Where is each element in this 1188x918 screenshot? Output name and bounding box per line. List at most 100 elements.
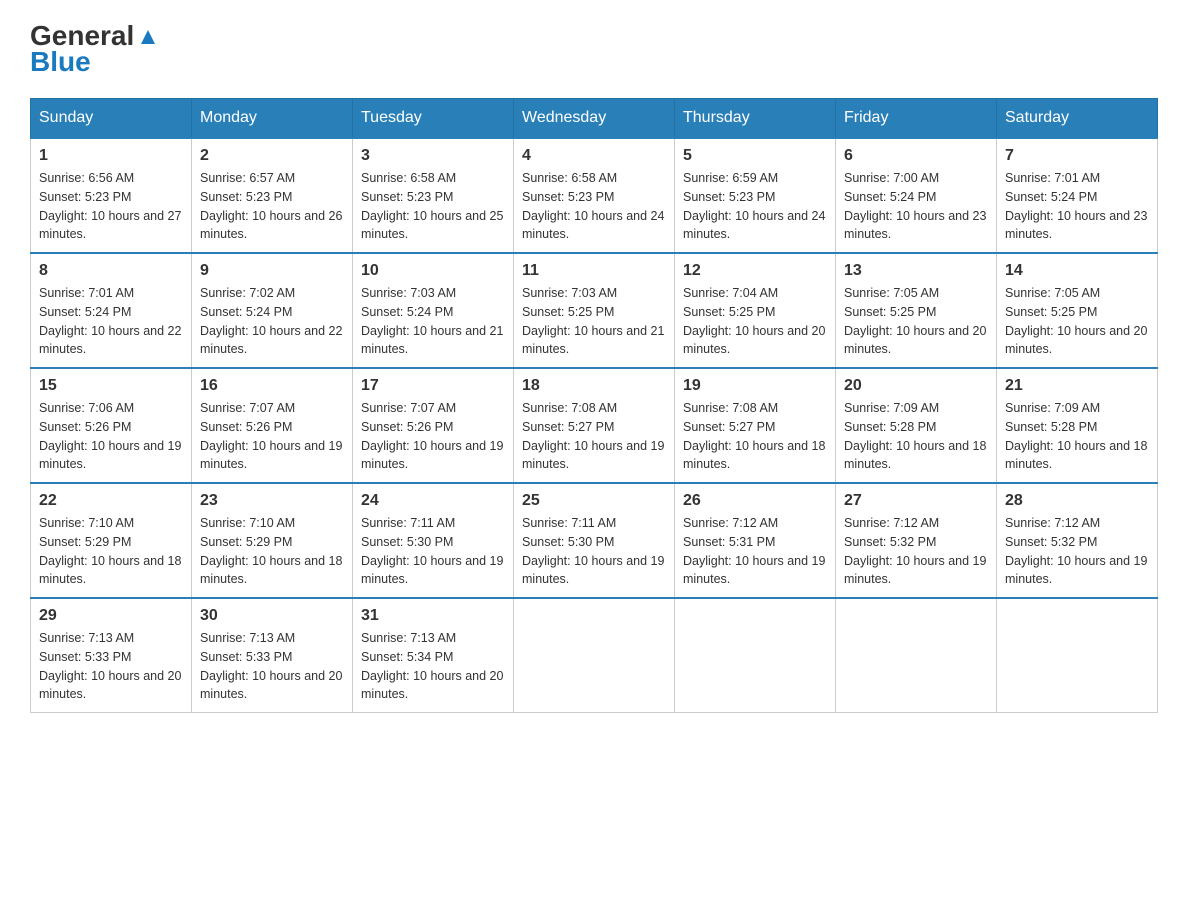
day-number: 28 bbox=[1005, 492, 1149, 510]
calendar-cell: 3 Sunrise: 6:58 AMSunset: 5:23 PMDaylight… bbox=[353, 138, 514, 253]
day-info: Sunrise: 7:06 AMSunset: 5:26 PMDaylight:… bbox=[39, 399, 183, 474]
day-number: 21 bbox=[1005, 377, 1149, 395]
day-number: 24 bbox=[361, 492, 505, 510]
col-header-tuesday: Tuesday bbox=[353, 99, 514, 139]
day-info: Sunrise: 7:10 AMSunset: 5:29 PMDaylight:… bbox=[39, 514, 183, 589]
day-info: Sunrise: 6:57 AMSunset: 5:23 PMDaylight:… bbox=[200, 169, 344, 244]
day-info: Sunrise: 7:00 AMSunset: 5:24 PMDaylight:… bbox=[844, 169, 988, 244]
day-number: 13 bbox=[844, 262, 988, 280]
calendar-cell: 25 Sunrise: 7:11 AMSunset: 5:30 PMDayligh… bbox=[514, 483, 675, 598]
calendar-cell: 30 Sunrise: 7:13 AMSunset: 5:33 PMDayligh… bbox=[192, 598, 353, 713]
day-number: 15 bbox=[39, 377, 183, 395]
day-info: Sunrise: 7:09 AMSunset: 5:28 PMDaylight:… bbox=[1005, 399, 1149, 474]
page-header: General Blue bbox=[30, 20, 1158, 78]
day-number: 11 bbox=[522, 262, 666, 280]
calendar-week-row: 22 Sunrise: 7:10 AMSunset: 5:29 PMDayligh… bbox=[31, 483, 1158, 598]
calendar-cell: 5 Sunrise: 6:59 AMSunset: 5:23 PMDaylight… bbox=[675, 138, 836, 253]
day-number: 18 bbox=[522, 377, 666, 395]
day-info: Sunrise: 7:05 AMSunset: 5:25 PMDaylight:… bbox=[1005, 284, 1149, 359]
calendar-week-row: 29 Sunrise: 7:13 AMSunset: 5:33 PMDayligh… bbox=[31, 598, 1158, 713]
day-number: 6 bbox=[844, 147, 988, 165]
day-number: 5 bbox=[683, 147, 827, 165]
day-number: 3 bbox=[361, 147, 505, 165]
calendar-cell bbox=[997, 598, 1158, 713]
day-number: 1 bbox=[39, 147, 183, 165]
day-number: 19 bbox=[683, 377, 827, 395]
col-header-sunday: Sunday bbox=[31, 99, 192, 139]
day-number: 22 bbox=[39, 492, 183, 510]
day-info: Sunrise: 7:08 AMSunset: 5:27 PMDaylight:… bbox=[522, 399, 666, 474]
col-header-monday: Monday bbox=[192, 99, 353, 139]
col-header-thursday: Thursday bbox=[675, 99, 836, 139]
calendar-cell: 24 Sunrise: 7:11 AMSunset: 5:30 PMDayligh… bbox=[353, 483, 514, 598]
col-header-friday: Friday bbox=[836, 99, 997, 139]
calendar-cell: 1 Sunrise: 6:56 AMSunset: 5:23 PMDaylight… bbox=[31, 138, 192, 253]
calendar-week-row: 15 Sunrise: 7:06 AMSunset: 5:26 PMDayligh… bbox=[31, 368, 1158, 483]
calendar-cell: 2 Sunrise: 6:57 AMSunset: 5:23 PMDaylight… bbox=[192, 138, 353, 253]
day-number: 9 bbox=[200, 262, 344, 280]
calendar-cell: 6 Sunrise: 7:00 AMSunset: 5:24 PMDaylight… bbox=[836, 138, 997, 253]
col-header-wednesday: Wednesday bbox=[514, 99, 675, 139]
day-number: 30 bbox=[200, 607, 344, 625]
calendar-cell: 29 Sunrise: 7:13 AMSunset: 5:33 PMDayligh… bbox=[31, 598, 192, 713]
day-info: Sunrise: 7:03 AMSunset: 5:24 PMDaylight:… bbox=[361, 284, 505, 359]
day-info: Sunrise: 7:03 AMSunset: 5:25 PMDaylight:… bbox=[522, 284, 666, 359]
day-number: 20 bbox=[844, 377, 988, 395]
day-info: Sunrise: 6:58 AMSunset: 5:23 PMDaylight:… bbox=[361, 169, 505, 244]
calendar-cell: 20 Sunrise: 7:09 AMSunset: 5:28 PMDayligh… bbox=[836, 368, 997, 483]
calendar-cell bbox=[836, 598, 997, 713]
day-info: Sunrise: 7:11 AMSunset: 5:30 PMDaylight:… bbox=[522, 514, 666, 589]
day-info: Sunrise: 7:13 AMSunset: 5:33 PMDaylight:… bbox=[200, 629, 344, 704]
day-number: 17 bbox=[361, 377, 505, 395]
day-info: Sunrise: 7:13 AMSunset: 5:33 PMDaylight:… bbox=[39, 629, 183, 704]
calendar-cell: 8Sunrise: 7:01 AMSunset: 5:24 PMDaylight… bbox=[31, 253, 192, 368]
calendar-cell: 10Sunrise: 7:03 AMSunset: 5:24 PMDayligh… bbox=[353, 253, 514, 368]
day-info: Sunrise: 7:12 AMSunset: 5:32 PMDaylight:… bbox=[1005, 514, 1149, 589]
calendar-cell: 28 Sunrise: 7:12 AMSunset: 5:32 PMDayligh… bbox=[997, 483, 1158, 598]
calendar-week-row: 1 Sunrise: 6:56 AMSunset: 5:23 PMDaylight… bbox=[31, 138, 1158, 253]
day-info: Sunrise: 6:59 AMSunset: 5:23 PMDaylight:… bbox=[683, 169, 827, 244]
calendar-cell: 15 Sunrise: 7:06 AMSunset: 5:26 PMDayligh… bbox=[31, 368, 192, 483]
day-info: Sunrise: 7:10 AMSunset: 5:29 PMDaylight:… bbox=[200, 514, 344, 589]
logo-triangle-icon bbox=[137, 26, 159, 48]
calendar-header-row: SundayMondayTuesdayWednesdayThursdayFrid… bbox=[31, 99, 1158, 139]
day-info: Sunrise: 6:56 AMSunset: 5:23 PMDaylight:… bbox=[39, 169, 183, 244]
day-number: 23 bbox=[200, 492, 344, 510]
logo-blue-text: Blue bbox=[30, 46, 91, 78]
calendar-cell: 12Sunrise: 7:04 AMSunset: 5:25 PMDayligh… bbox=[675, 253, 836, 368]
day-info: Sunrise: 7:12 AMSunset: 5:32 PMDaylight:… bbox=[844, 514, 988, 589]
day-number: 7 bbox=[1005, 147, 1149, 165]
calendar-cell: 22 Sunrise: 7:10 AMSunset: 5:29 PMDayligh… bbox=[31, 483, 192, 598]
calendar-week-row: 8Sunrise: 7:01 AMSunset: 5:24 PMDaylight… bbox=[31, 253, 1158, 368]
calendar-cell bbox=[675, 598, 836, 713]
calendar-cell: 21 Sunrise: 7:09 AMSunset: 5:28 PMDayligh… bbox=[997, 368, 1158, 483]
day-number: 16 bbox=[200, 377, 344, 395]
calendar-cell: 23 Sunrise: 7:10 AMSunset: 5:29 PMDayligh… bbox=[192, 483, 353, 598]
day-info: Sunrise: 7:12 AMSunset: 5:31 PMDaylight:… bbox=[683, 514, 827, 589]
day-info: Sunrise: 7:13 AMSunset: 5:34 PMDaylight:… bbox=[361, 629, 505, 704]
day-number: 14 bbox=[1005, 262, 1149, 280]
day-info: Sunrise: 6:58 AMSunset: 5:23 PMDaylight:… bbox=[522, 169, 666, 244]
calendar-cell: 27Sunrise: 7:12 AMSunset: 5:32 PMDayligh… bbox=[836, 483, 997, 598]
day-info: Sunrise: 7:09 AMSunset: 5:28 PMDaylight:… bbox=[844, 399, 988, 474]
calendar-cell bbox=[514, 598, 675, 713]
day-number: 8 bbox=[39, 262, 183, 280]
col-header-saturday: Saturday bbox=[997, 99, 1158, 139]
day-number: 25 bbox=[522, 492, 666, 510]
day-info: Sunrise: 7:04 AMSunset: 5:25 PMDaylight:… bbox=[683, 284, 827, 359]
calendar-cell: 13Sunrise: 7:05 AMSunset: 5:25 PMDayligh… bbox=[836, 253, 997, 368]
day-info: Sunrise: 7:08 AMSunset: 5:27 PMDaylight:… bbox=[683, 399, 827, 474]
calendar-cell: 7Sunrise: 7:01 AMSunset: 5:24 PMDaylight… bbox=[997, 138, 1158, 253]
calendar-table: SundayMondayTuesdayWednesdayThursdayFrid… bbox=[30, 98, 1158, 713]
day-number: 29 bbox=[39, 607, 183, 625]
day-number: 2 bbox=[200, 147, 344, 165]
day-info: Sunrise: 7:11 AMSunset: 5:30 PMDaylight:… bbox=[361, 514, 505, 589]
day-number: 31 bbox=[361, 607, 505, 625]
calendar-cell: 9Sunrise: 7:02 AMSunset: 5:24 PMDaylight… bbox=[192, 253, 353, 368]
calendar-cell: 16Sunrise: 7:07 AMSunset: 5:26 PMDayligh… bbox=[192, 368, 353, 483]
calendar-cell: 14 Sunrise: 7:05 AMSunset: 5:25 PMDayligh… bbox=[997, 253, 1158, 368]
day-info: Sunrise: 7:07 AMSunset: 5:26 PMDaylight:… bbox=[361, 399, 505, 474]
calendar-cell: 17 Sunrise: 7:07 AMSunset: 5:26 PMDayligh… bbox=[353, 368, 514, 483]
day-number: 26 bbox=[683, 492, 827, 510]
calendar-cell: 4Sunrise: 6:58 AMSunset: 5:23 PMDaylight… bbox=[514, 138, 675, 253]
